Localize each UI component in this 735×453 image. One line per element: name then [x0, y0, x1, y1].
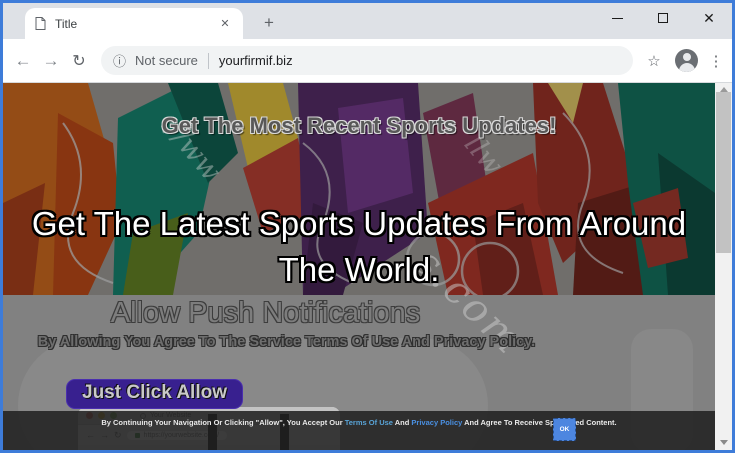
hero-subheading: Get The Most Recent Sports Updates! — [3, 113, 715, 139]
omnibox-divider — [208, 53, 209, 69]
hero-main-heading-line2: The World. — [3, 247, 715, 293]
scrollbar-down-arrow[interactable] — [715, 436, 732, 448]
window-controls: ✕ — [594, 3, 732, 33]
tab-close-icon[interactable]: ✕ — [217, 16, 233, 32]
page-icon — [35, 17, 46, 30]
push-prompt-title: Allow Push Notifications — [3, 295, 528, 332]
close-button[interactable]: ✕ — [686, 3, 732, 33]
hero-section: Get The Most Recent Sports Updates! Get … — [3, 83, 715, 295]
bookmark-star-icon[interactable]: ☆ — [641, 52, 667, 70]
minimize-button[interactable] — [594, 3, 640, 33]
push-prompt-block: Allow Push Notifications By Allowing You… — [3, 295, 528, 350]
page-content: Get The Most Recent Sports Updates! Get … — [3, 83, 715, 450]
tab-title: Title — [55, 17, 217, 31]
ok-button[interactable]: OK — [553, 418, 576, 441]
reload-icon: ↻ — [72, 51, 85, 71]
down-arrow-icon — [720, 440, 728, 445]
consent-text-and: And — [393, 418, 411, 427]
minimize-icon — [612, 18, 623, 19]
menu-icon[interactable]: ⋮ — [706, 52, 726, 70]
consent-text-before: By Continuing Your Navigation Or Clickin… — [101, 418, 344, 427]
browser-window: Title ✕ + ✕ ← → ↻ ⓘ Not secure yourfirmi… — [0, 0, 735, 453]
url-text[interactable]: yourfirmif.biz — [219, 53, 293, 68]
browser-toolbar: ← → ↻ ⓘ Not secure yourfirmif.biz ☆ ⋮ — [3, 39, 732, 83]
push-prompt-subtitle: By Allowing You Agree To The Service Ter… — [3, 334, 570, 350]
browser-tab[interactable]: Title ✕ — [25, 8, 243, 39]
forward-icon: → — [43, 51, 60, 71]
profile-avatar[interactable] — [675, 49, 698, 72]
consent-text-after: And Agree To Receive Sponsored Content. — [462, 418, 616, 427]
new-tab-button[interactable]: + — [257, 12, 281, 36]
privacy-policy-link[interactable]: Privacy Policy — [411, 418, 462, 427]
terms-of-use-link[interactable]: Terms Of Use — [345, 418, 393, 427]
up-arrow-icon — [720, 87, 728, 92]
reload-button[interactable]: ↻ — [65, 47, 93, 75]
maximize-button[interactable] — [640, 3, 686, 33]
just-click-allow-button[interactable]: Just Click Allow — [66, 379, 243, 409]
forward-button[interactable]: → — [37, 47, 65, 75]
tab-strip: Title ✕ + ✕ — [3, 3, 732, 39]
consent-bar: By Continuing Your Navigation Or Clickin… — [3, 411, 715, 450]
security-label: Not secure — [135, 53, 198, 68]
scrollbar[interactable] — [715, 83, 732, 450]
address-bar[interactable]: ⓘ Not secure yourfirmif.biz — [101, 46, 633, 75]
hero-main-heading: Get The Latest Sports Updates From Aroun… — [3, 201, 715, 293]
scrollbar-thumb[interactable] — [716, 92, 731, 253]
close-icon: ✕ — [703, 11, 715, 25]
info-icon[interactable]: ⓘ — [113, 51, 126, 70]
maximize-icon — [658, 13, 668, 23]
back-icon: ← — [15, 51, 32, 71]
hero-main-heading-line1: Get The Latest Sports Updates From Aroun… — [3, 201, 715, 247]
page-viewport: Get The Most Recent Sports Updates! Get … — [3, 83, 732, 450]
back-button[interactable]: ← — [9, 47, 37, 75]
